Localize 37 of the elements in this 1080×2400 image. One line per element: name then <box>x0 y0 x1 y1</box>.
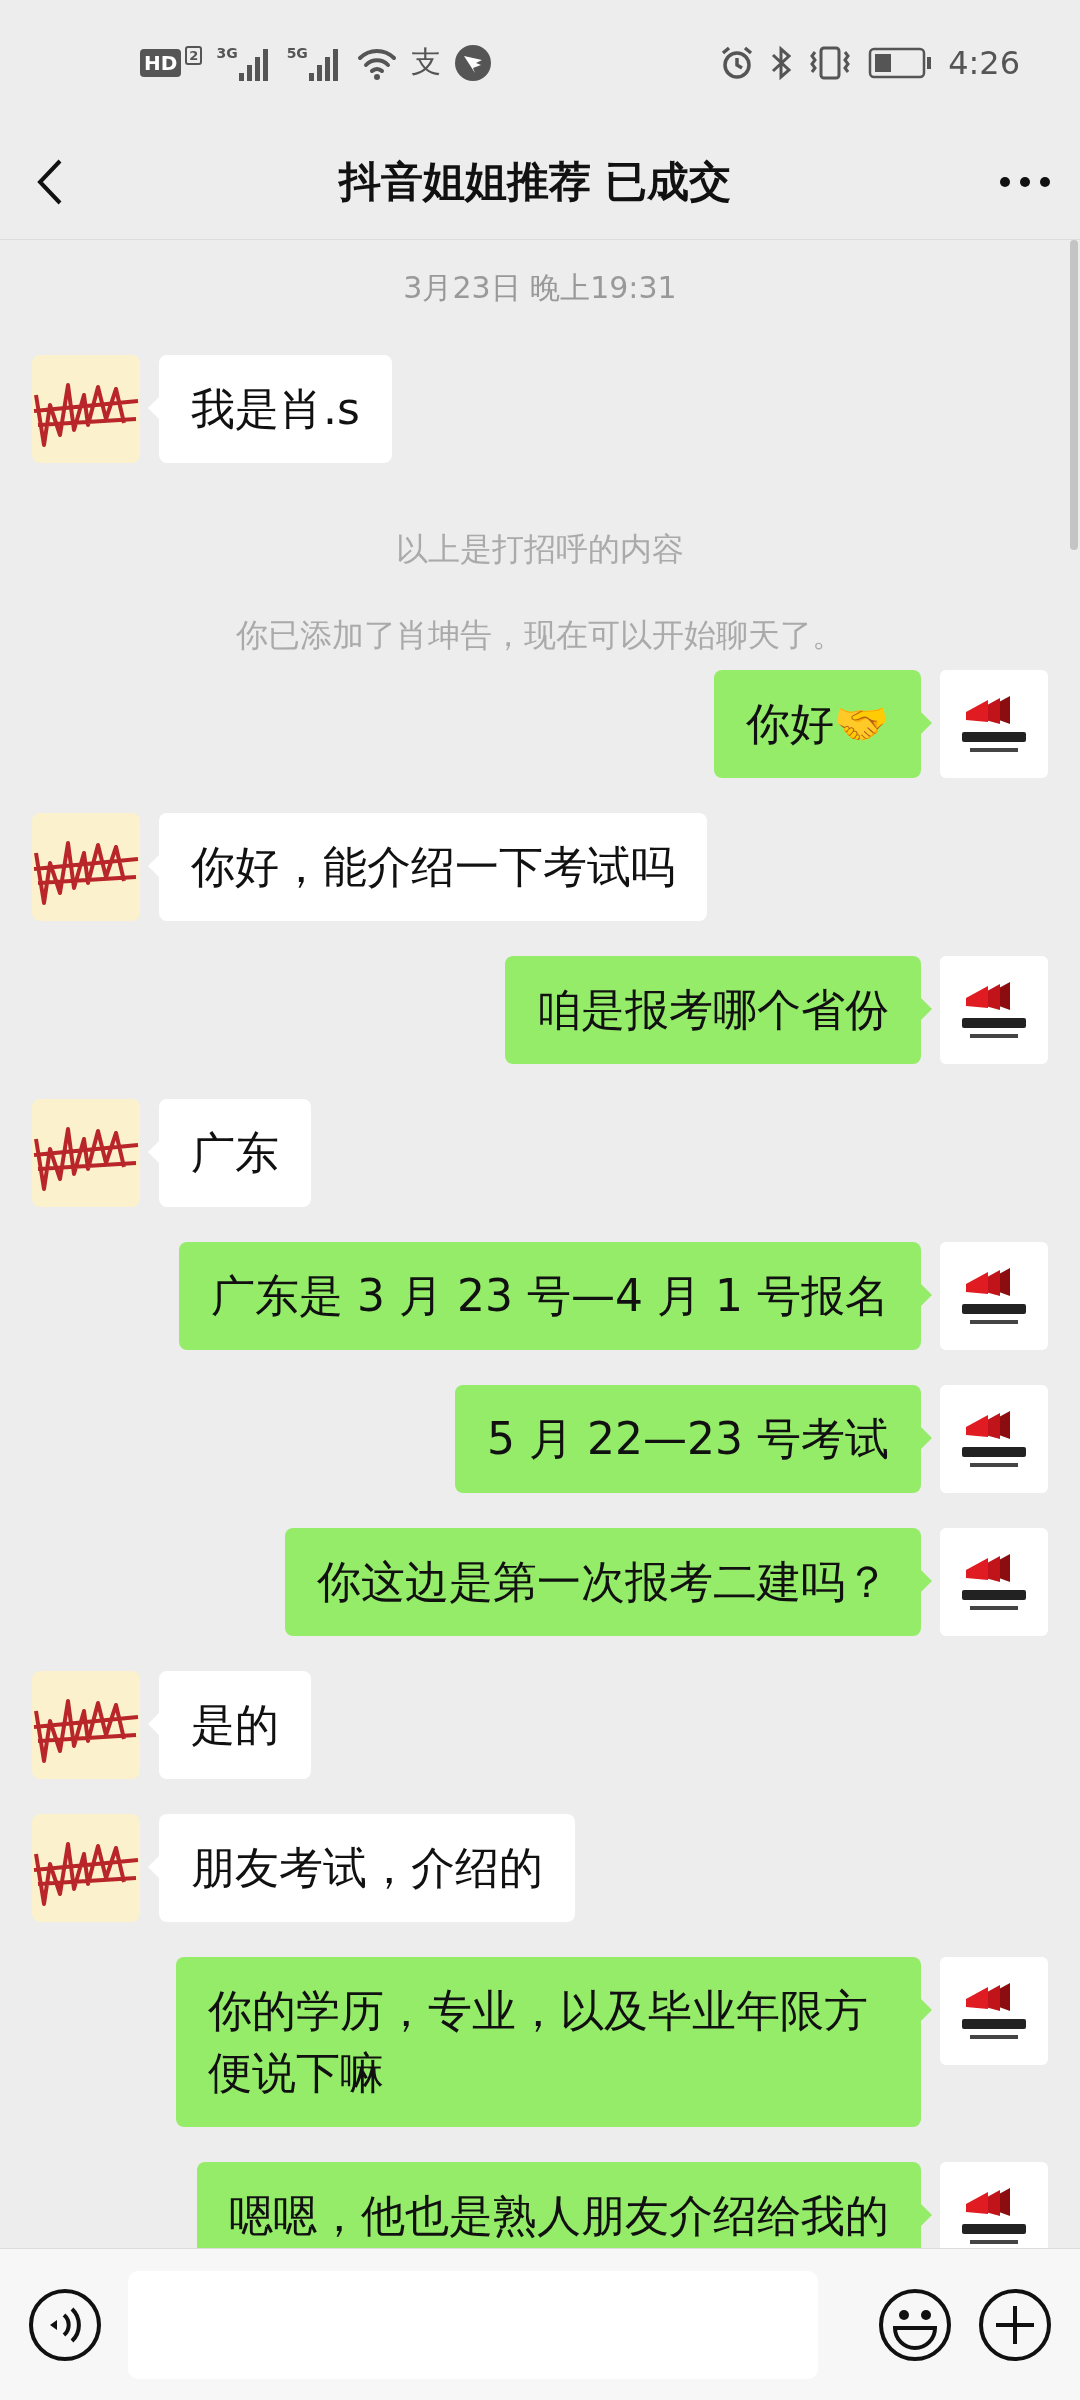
avatar-drawing[interactable] <box>940 1957 1048 2065</box>
payment-glyph: 支 <box>410 43 441 81</box>
message-bubble[interactable]: 你这边是第一次报考二建吗？ <box>285 1528 921 1636</box>
message-bubble[interactable]: 我是肖.s <box>159 355 392 463</box>
message-bubble[interactable]: 你的学历，专业，以及毕业年限方便说下嘛 <box>176 1957 921 2127</box>
message-bubble[interactable]: 你好，能介绍一下考试吗 <box>159 813 707 921</box>
alarm-icon <box>720 45 755 80</box>
chat-title: 抖音姐姐推荐 已成交 <box>337 156 733 208</box>
message-bubble[interactable]: 5 月 22—23 号考试 <box>455 1385 921 1493</box>
avatar-drawing[interactable] <box>940 956 1048 1064</box>
message-bubble[interactable]: 咱是报考哪个省份 <box>505 956 921 1064</box>
bluetooth-icon <box>770 45 793 80</box>
avatar-drawing[interactable] <box>940 1528 1048 1636</box>
message-bubble[interactable]: 是的 <box>159 1671 311 1779</box>
timestamp: 3月23日 晚上19:31 <box>403 269 677 307</box>
add-button[interactable] <box>978 2287 1052 2362</box>
scrollbar[interactable] <box>1070 240 1078 550</box>
message-bubble[interactable]: 你好🤝 <box>714 670 921 778</box>
avatar-drawing[interactable] <box>940 1385 1048 1493</box>
system-notice: 你已添加了肖坤告，现在可以开始聊天了。 <box>236 615 844 656</box>
clock-time: 4:26 <box>948 43 1020 82</box>
sim-label: 2 <box>185 46 203 65</box>
system-notice: 以上是打招呼的内容 <box>396 529 684 570</box>
hd-label: HD <box>140 48 182 77</box>
message-bubble[interactable]: 朋友考试，介绍的 <box>159 1814 575 1922</box>
avatar-drawing[interactable] <box>940 2162 1048 2248</box>
message-bubble[interactable]: 广东 <box>159 1099 311 1207</box>
avatar-drawing[interactable] <box>940 670 1048 778</box>
more-button[interactable] <box>1000 177 1050 187</box>
avatar-drawing[interactable] <box>940 1242 1048 1350</box>
battery-icon <box>868 46 933 79</box>
emoji-button[interactable] <box>878 2287 952 2362</box>
voice-button[interactable] <box>28 2287 102 2362</box>
network-label: 3G <box>216 44 238 61</box>
message-bubble[interactable]: 嗯嗯，他也是熟人朋友介绍给我的 <box>197 2162 921 2248</box>
message-bubble[interactable]: 广东是 3 月 23 号—4 月 1 号报名 <box>179 1242 921 1350</box>
network-label: 5G <box>286 44 308 61</box>
